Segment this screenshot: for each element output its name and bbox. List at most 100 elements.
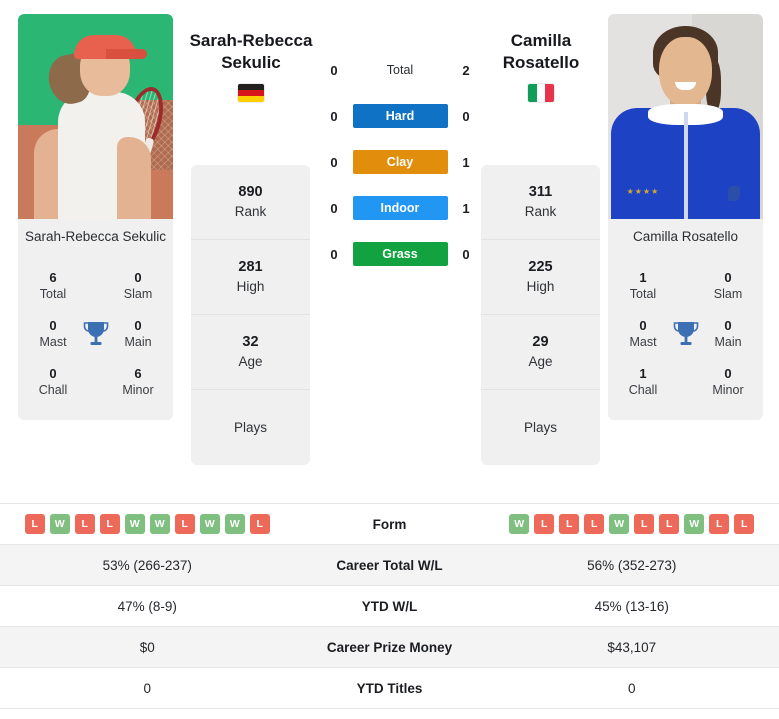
table-row-form: LWLLWWLWWL Form WLLLWLLWLL: [0, 504, 779, 545]
stat-rank-left: 890 Rank: [191, 165, 310, 240]
form-badge-loss[interactable]: L: [634, 514, 655, 534]
form-badge-win[interactable]: W: [49, 514, 70, 534]
titles-chall-right: 1 Chall: [618, 365, 668, 399]
titles-slam-left: 0 Slam: [113, 269, 163, 303]
form-badge-win[interactable]: W: [609, 514, 630, 534]
stat-age-label: Age: [238, 354, 263, 369]
titles-mast-right: 0 Mast: [618, 317, 668, 351]
form-badge-win[interactable]: W: [149, 514, 170, 534]
h2h-hard-left-count: 0: [330, 108, 338, 124]
player-caption-right: Camilla Rosatello: [608, 219, 763, 256]
form-badge-loss[interactable]: L: [24, 514, 45, 534]
h2h-indoor-bar[interactable]: Indoor: [352, 196, 448, 220]
player-name-right[interactable]: Camilla Rosatello: [466, 30, 616, 102]
titles-mast-label: Mast: [39, 335, 67, 349]
h2h-clay-bar[interactable]: Clay: [352, 150, 448, 174]
ytd-wl-right: 45% (13-16): [594, 598, 669, 614]
titles-total-value: 6: [49, 270, 57, 285]
titles-minor-value: 0: [724, 366, 732, 381]
form-right: WLLLWLLWLL: [485, 514, 779, 534]
titles-grid-right: 1 Total 0 Slam 0 Mast 0 Main 1 Chall 0 M…: [608, 256, 763, 420]
trophy-icon: [673, 322, 698, 345]
form-badge-win[interactable]: W: [199, 514, 220, 534]
player-name-line2: Sekulic: [221, 53, 281, 72]
form-badge-win[interactable]: W: [509, 514, 530, 534]
form-badge-loss[interactable]: L: [534, 514, 555, 534]
h2h-clay-right-count: 1: [462, 154, 470, 170]
ytd-titles-left: 0: [143, 680, 151, 696]
h2h-row-grass: 0 Grass 0: [326, 242, 474, 266]
form-badge-loss[interactable]: L: [99, 514, 120, 534]
stat-high-right: 225 High: [481, 240, 600, 315]
h2h-hard-right-count: 0: [462, 108, 470, 124]
comparison-stats-table: LWLLWWLWWL Form WLLLWLLWLL 53% (266-237)…: [0, 503, 779, 709]
titles-main-label: Main: [124, 335, 152, 349]
player-name-line1: Sarah-Rebecca: [189, 31, 313, 50]
titles-chall-label: Chall: [628, 383, 658, 397]
jacket-zipper: [683, 112, 688, 219]
titles-mast-value: 0: [639, 318, 647, 333]
titles-row: 0 Mast 0 Main: [18, 310, 173, 358]
form-badge-loss[interactable]: L: [659, 514, 680, 534]
stat-plays-left: Plays: [191, 390, 310, 465]
career-total-wl-left: 53% (266-237): [102, 557, 192, 573]
table-row-ytd-wl: 47% (8-9) YTD W/L 45% (13-16): [0, 586, 779, 627]
ytd-wl-left: 47% (8-9): [117, 598, 177, 614]
stat-age-left: 32 Age: [191, 315, 310, 390]
titles-mast-label: Mast: [629, 335, 657, 349]
stat-high-value: 281: [238, 259, 263, 275]
titles-mast-value: 0: [49, 318, 57, 333]
player-name-left[interactable]: Sarah-Rebecca Sekulic: [176, 30, 326, 102]
italy-flag-icon: [528, 84, 554, 102]
h2h-hard-bar[interactable]: Hard: [352, 104, 448, 128]
titles-total-label: Total: [39, 287, 67, 301]
stat-rank-label: Rank: [524, 204, 557, 219]
stat-panel-right: 311 Rank 225 High 29 Age Plays: [481, 165, 600, 465]
stat-panel-left: 890 Rank 281 High 32 Age Plays: [191, 165, 310, 465]
head: [659, 36, 712, 107]
stat-high-label: High: [526, 279, 555, 294]
titles-row: 1 Total 0 Slam: [608, 262, 763, 310]
player-card-right[interactable]: ★★★★ Camilla Rosatello 1 Total 0 Slam 0 …: [608, 14, 763, 420]
h2h-indoor-right-count: 1: [462, 200, 470, 216]
form-badge-loss[interactable]: L: [74, 514, 95, 534]
table-label-career-total-wl: Career Total W/L: [336, 557, 443, 573]
ytd-titles-right: 0: [627, 680, 636, 696]
form-badge-win[interactable]: W: [684, 514, 705, 534]
player-caption-left: Sarah-Rebecca Sekulic: [18, 219, 173, 256]
h2h-total-left-count: 0: [330, 62, 338, 78]
table-label-ytd-wl: YTD W/L: [361, 598, 418, 614]
titles-row: 6 Total 0 Slam: [18, 262, 173, 310]
table-row-career-prize-money: $0 Career Prize Money $43,107: [0, 627, 779, 668]
titles-slam-value: 0: [134, 270, 142, 285]
table-row-ytd-titles: 0 YTD Titles 0: [0, 668, 779, 709]
form-badge-win[interactable]: W: [124, 514, 145, 534]
form-badge-loss[interactable]: L: [734, 514, 755, 534]
federation-logo-icon: [727, 185, 740, 201]
player-card-left[interactable]: Sarah-Rebecca Sekulic 6 Total 0 Slam 0 M…: [18, 14, 173, 420]
h2h-row-clay: 0 Clay 1: [326, 150, 474, 174]
player-photo-sekulic: [18, 14, 173, 219]
form-badge-win[interactable]: W: [224, 514, 245, 534]
player-name-line1: Camilla: [510, 31, 572, 50]
stat-high-label: High: [236, 279, 265, 294]
titles-minor-label: Minor: [712, 383, 744, 397]
stat-high-left: 281 High: [191, 240, 310, 315]
stat-plays-right: Plays: [481, 390, 600, 465]
form-badge-loss[interactable]: L: [584, 514, 605, 534]
head-to-head-surfaces: 0 Total 2 0 Hard 0 0 Clay 1 0 Indoor 1 0…: [326, 58, 474, 266]
h2h-grass-bar[interactable]: Grass: [352, 242, 448, 266]
titles-main-value: 0: [724, 318, 732, 333]
titles-slam-right: 0 Slam: [703, 269, 753, 303]
career-prize-money-right: $43,107: [607, 639, 657, 655]
form-badge-loss[interactable]: L: [174, 514, 195, 534]
form-badge-loss[interactable]: L: [559, 514, 580, 534]
form-badge-loss[interactable]: L: [249, 514, 270, 534]
cap-brim: [106, 48, 147, 60]
stat-rank-label: Rank: [234, 204, 267, 219]
titles-chall-value: 1: [639, 366, 647, 381]
titles-chall-label: Chall: [38, 383, 68, 397]
form-badge-loss[interactable]: L: [709, 514, 730, 534]
titles-mast-left: 0 Mast: [28, 317, 78, 351]
titles-chall-left: 0 Chall: [28, 365, 78, 399]
